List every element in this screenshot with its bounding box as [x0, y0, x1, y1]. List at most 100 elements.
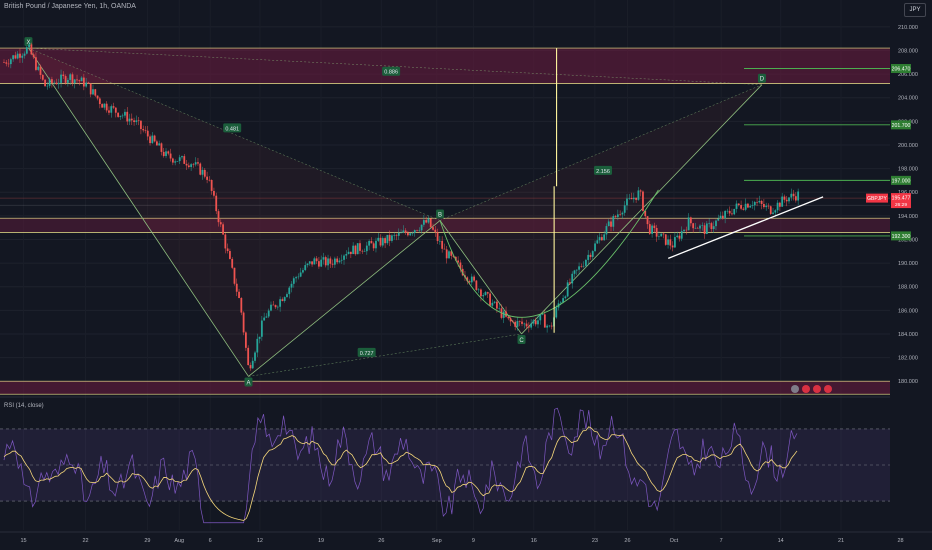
candle-body	[368, 240, 371, 246]
candle-body	[318, 261, 320, 267]
rsi-pane: 20.0030.0040.0050.0060.0070.0080.0063.45…	[0, 396, 932, 523]
candle-body	[788, 197, 790, 202]
candle-body	[292, 278, 295, 284]
level-tag-text: 192.300	[892, 234, 911, 240]
candle-body	[794, 196, 797, 201]
candle-body	[135, 120, 138, 123]
candle-body	[448, 251, 450, 259]
alert-icon[interactable]	[802, 385, 810, 393]
candle-body	[639, 190, 642, 192]
candle-body	[523, 323, 526, 325]
candle-body	[105, 103, 108, 111]
candle-body	[635, 197, 638, 200]
time-tick: Aug	[174, 538, 184, 544]
candle-body	[55, 82, 58, 85]
candle-body	[30, 44, 33, 55]
candle-body	[124, 111, 126, 116]
candle-body	[7, 63, 10, 65]
candle-body	[73, 79, 76, 84]
candle-body	[717, 218, 720, 221]
candle-body	[407, 232, 409, 236]
candle-body	[441, 240, 444, 249]
candle-body	[256, 338, 259, 353]
candle-body	[354, 245, 357, 255]
candle-body	[5, 62, 8, 64]
candle-body	[23, 53, 26, 56]
candle-body	[151, 135, 154, 144]
candle-body	[215, 195, 218, 212]
candle-body	[110, 106, 113, 113]
candle-body	[760, 200, 763, 205]
candle-body	[254, 352, 256, 361]
candle-body	[187, 165, 190, 168]
price-tick: 190.000	[898, 261, 918, 267]
candle-body	[203, 169, 206, 177]
candle-body	[792, 193, 795, 197]
level-tag-text: 206.470	[892, 67, 911, 73]
candle-body	[379, 237, 382, 246]
candle-body	[708, 223, 711, 224]
candle-body	[790, 193, 793, 198]
candle-body	[213, 190, 215, 196]
candle-body	[539, 314, 542, 321]
candle-body	[279, 299, 282, 307]
candle-body	[541, 314, 544, 315]
candle-body	[502, 311, 505, 318]
chart-canvas[interactable]: XABCD0.8860.4812.1560.727 20.0030.0040.0…	[0, 0, 932, 550]
time-tick: 12	[257, 538, 263, 544]
candle-body	[667, 239, 669, 245]
level-tag-text: 197.000	[892, 178, 911, 184]
candle-body	[327, 258, 329, 266]
record-icon[interactable]	[813, 385, 821, 393]
candle-body	[308, 261, 311, 264]
settings-icon[interactable]	[791, 385, 799, 393]
candle-body	[637, 190, 640, 200]
candle-body	[244, 332, 247, 348]
candle-body	[208, 179, 211, 181]
candle-body	[571, 273, 574, 284]
candle-body	[238, 291, 240, 298]
candle-body	[359, 243, 361, 251]
candle-body	[9, 59, 12, 65]
candle-body	[747, 203, 749, 208]
candle-body	[484, 292, 487, 296]
candle-body	[349, 251, 352, 255]
time-tick: 7	[720, 538, 723, 544]
candle-body	[299, 272, 302, 277]
candle-body	[251, 360, 254, 369]
candle-body	[171, 158, 174, 163]
candle-body	[642, 191, 644, 211]
currency-button[interactable]: JPY	[904, 3, 926, 17]
candle-body	[632, 197, 635, 200]
candle-body	[724, 211, 727, 219]
candle-body	[393, 235, 396, 236]
candle-body	[199, 163, 202, 175]
candle-body	[607, 221, 610, 227]
ratio-label: 0.886	[384, 70, 398, 76]
candle-body	[728, 210, 731, 214]
candle-body	[623, 205, 626, 213]
candle-body	[587, 254, 590, 260]
candle-body	[555, 307, 558, 318]
candle-body	[514, 321, 517, 327]
candle-body	[680, 231, 683, 239]
candle-body	[550, 325, 553, 327]
candle-body	[475, 280, 478, 290]
candle-body	[653, 225, 656, 229]
candle-body	[94, 89, 97, 96]
price-tick: 194.000	[898, 214, 918, 220]
candle-body	[89, 83, 92, 95]
candle-body	[413, 230, 416, 234]
triangle-bcd	[440, 84, 762, 334]
candle-body	[507, 316, 510, 319]
candle-body	[62, 74, 65, 77]
candle-body	[511, 321, 514, 323]
candle-body	[434, 229, 437, 233]
remove-icon[interactable]	[824, 385, 832, 393]
candle-body	[158, 143, 161, 146]
candle-body	[726, 210, 729, 212]
candle-body	[381, 238, 384, 246]
candle-body	[689, 217, 692, 224]
candle-body	[276, 306, 279, 308]
candle-body	[222, 224, 224, 235]
